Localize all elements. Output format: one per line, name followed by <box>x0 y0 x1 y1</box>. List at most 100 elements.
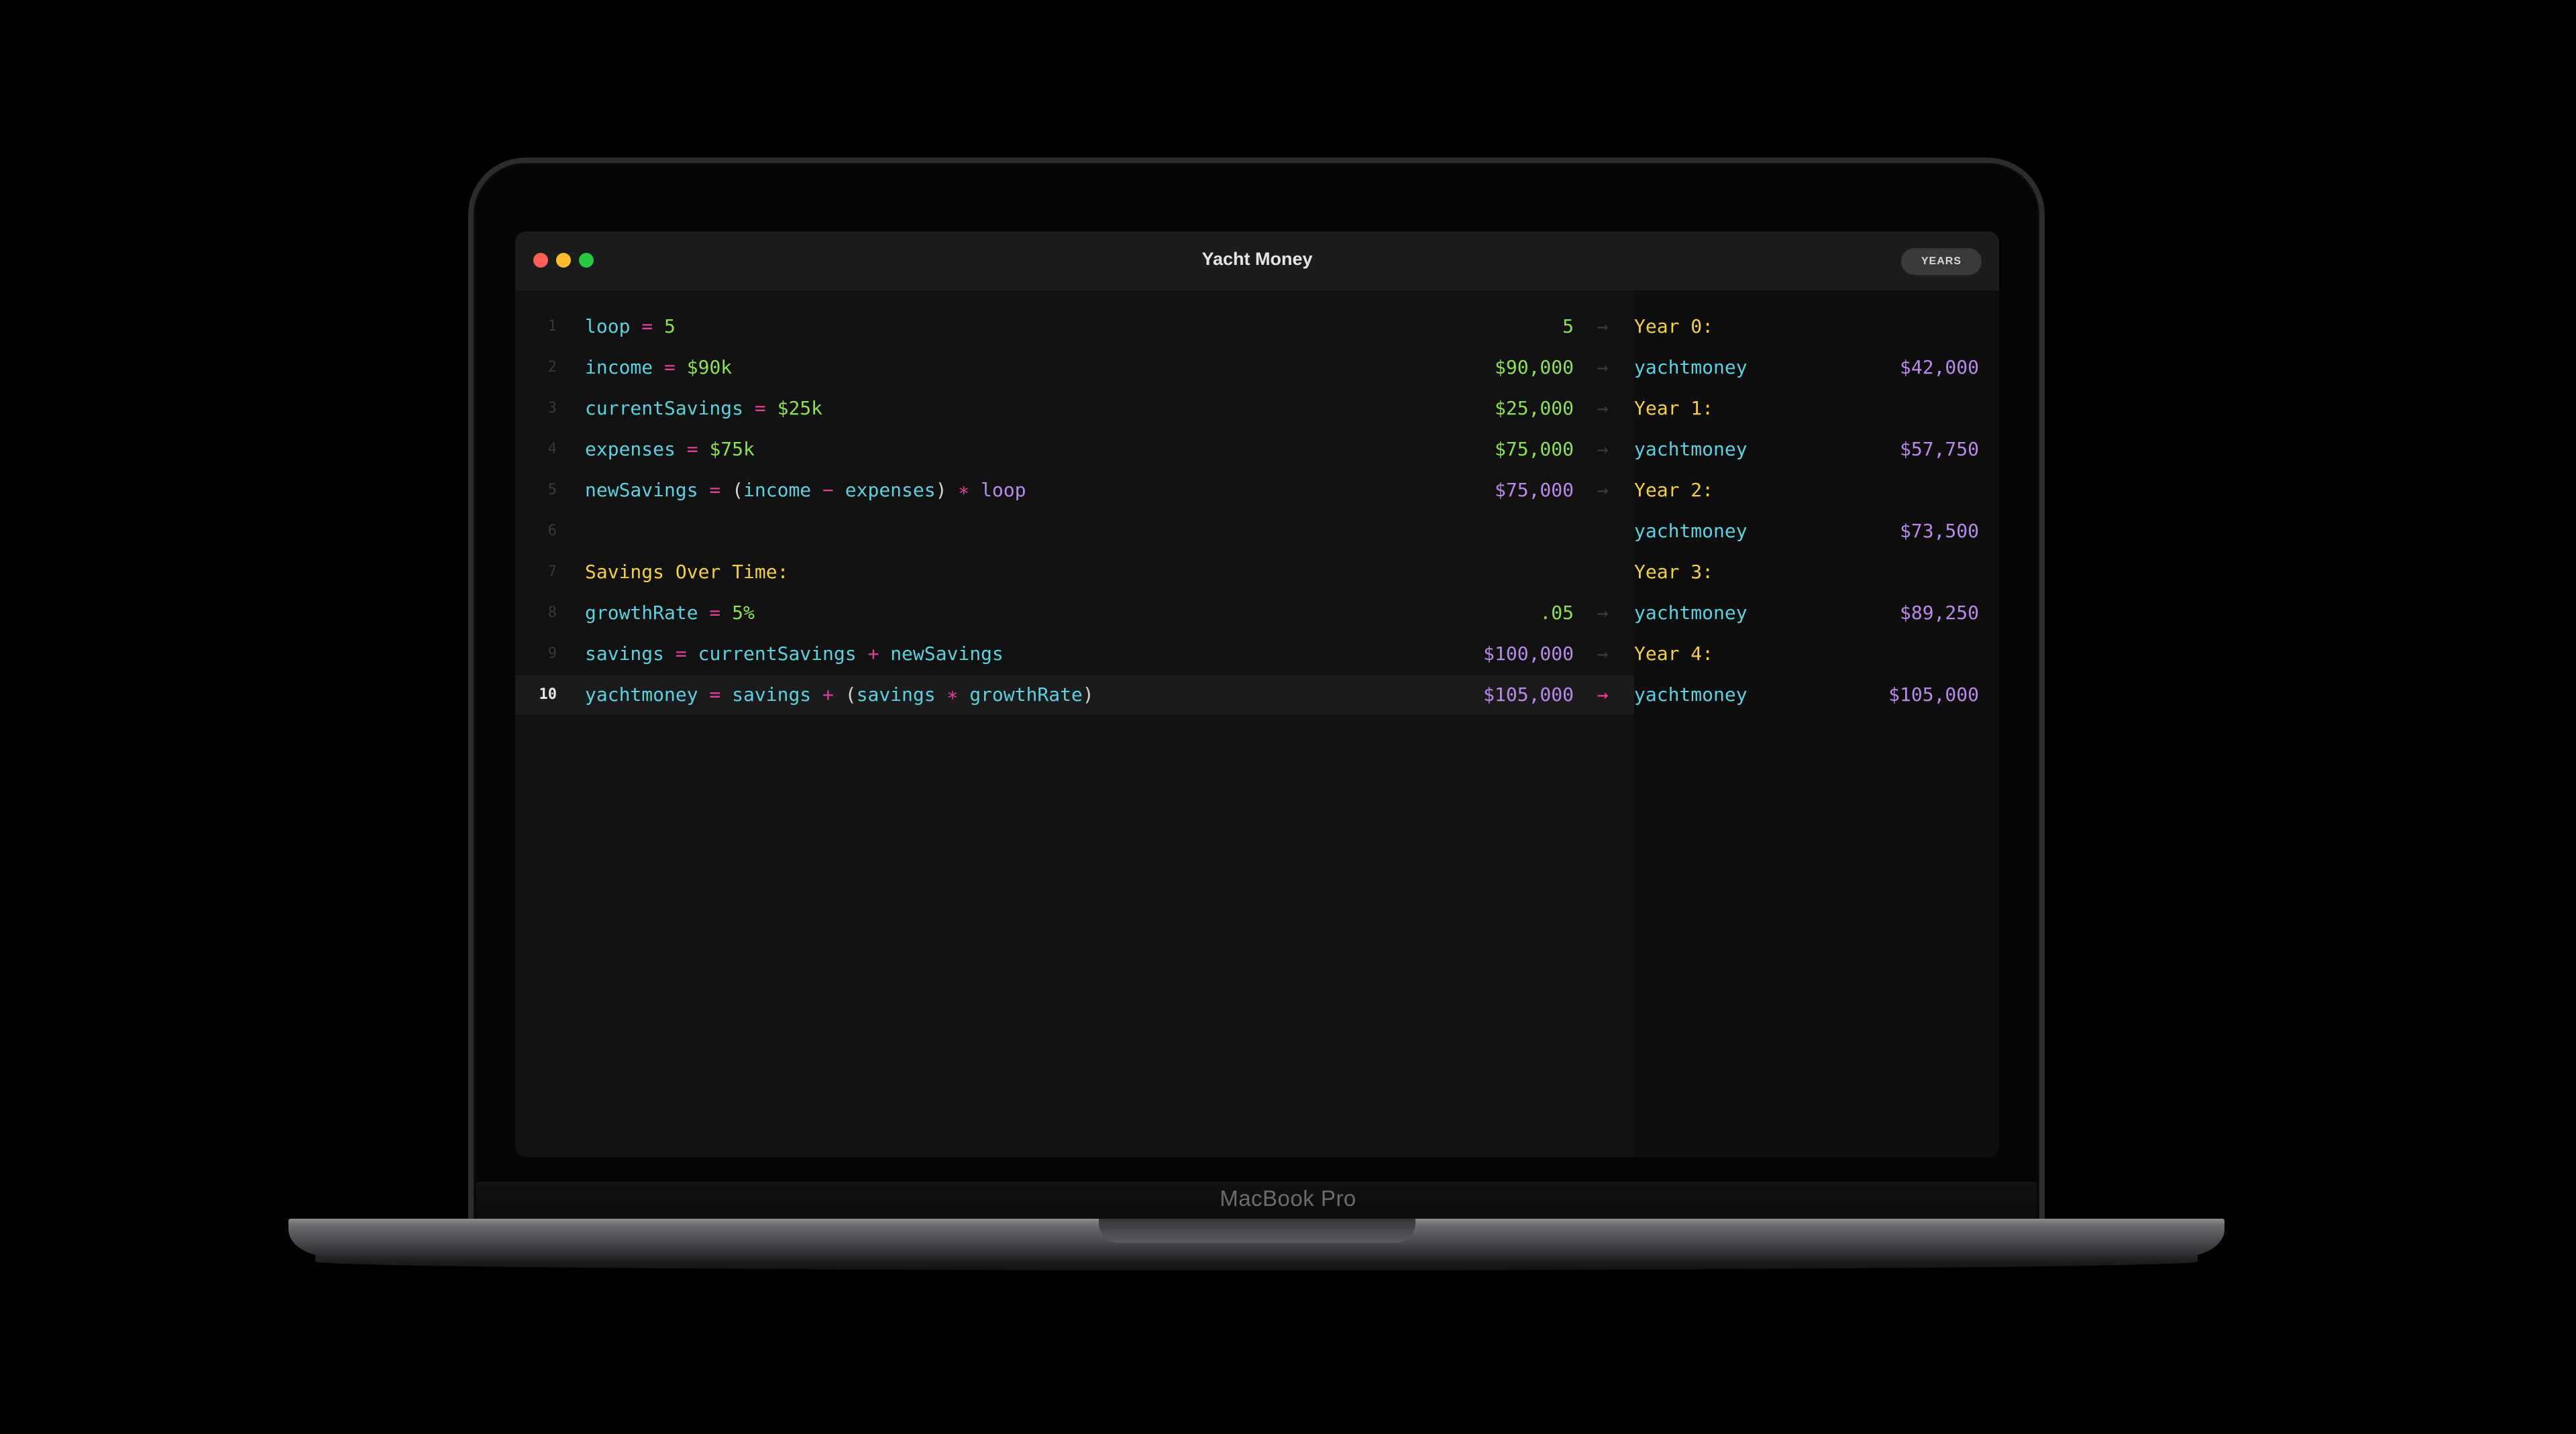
arrow-right-icon[interactable]: → <box>1593 307 1613 346</box>
code-token: newSavings <box>890 643 1004 665</box>
line-result-value: 5 <box>1562 315 1574 337</box>
year-label: Year 4: <box>1634 643 1714 665</box>
result-variable-name: yachtmoney <box>1634 520 1748 542</box>
line-result-value: $100,000 <box>1483 643 1574 665</box>
editor-line[interactable]: 6 <box>515 512 1634 551</box>
code-token: expenses <box>585 438 676 460</box>
code-token: − <box>811 479 845 501</box>
result-value: $73,500 <box>1899 520 1979 542</box>
line-number: 2 <box>547 359 557 376</box>
result-variable-name: yachtmoney <box>1634 356 1748 378</box>
arrow-right-icon[interactable]: → <box>1593 675 1613 714</box>
editor-line[interactable]: 4 expenses = $75k $75,000 → <box>515 430 1634 469</box>
years-mode-button[interactable]: YEARS <box>1900 248 1982 275</box>
code-token: ∗ <box>947 479 981 501</box>
editor-line[interactable]: 3 currentSavings = $25k $25,000 → <box>515 389 1634 428</box>
code-token: = <box>743 397 777 419</box>
arrow-right-icon[interactable]: → <box>1593 471 1613 510</box>
results-panel: Year 0: yachtmoney $42,000 Year 1: yachtmone… <box>1634 290 1999 1157</box>
line-code[interactable]: income = $90k <box>585 348 732 387</box>
editor-line[interactable]: 1 loop = 5 5 → <box>515 307 1634 346</box>
app-window: Yacht Money YEARS 1 loop = 5 5 → 2 income = $… <box>515 231 1999 1157</box>
code-token: ) <box>935 479 947 501</box>
code-token: $90k <box>686 356 733 378</box>
result-year-heading: Year 1: <box>1634 389 1999 428</box>
code-token: = <box>664 643 698 665</box>
editor-line[interactable]: 5 newSavings = (income − expenses) ∗ loop… <box>515 471 1634 510</box>
code-token: ∗ <box>935 683 970 706</box>
code-token: = <box>675 438 710 460</box>
year-label: Year 0: <box>1634 315 1714 337</box>
line-number: 8 <box>547 604 557 621</box>
code-token: = <box>698 683 733 706</box>
editor-line[interactable]: 8 growthRate = 5% .05 → <box>515 594 1634 632</box>
result-row: yachtmoney $73,500 <box>1634 512 1999 551</box>
result-value: $105,000 <box>1888 683 1979 706</box>
arrow-right-icon[interactable]: → <box>1593 594 1613 632</box>
code-editor[interactable]: 1 loop = 5 5 → 2 income = $90k $90,000 → 3 curren… <box>515 290 1634 1157</box>
editor-line[interactable]: 9 savings = currentSavings + newSavings $1… <box>515 635 1634 673</box>
line-number: 7 <box>547 563 557 580</box>
code-token: yachtmoney <box>585 683 698 706</box>
code-token: 5% <box>732 602 755 624</box>
line-number: 3 <box>547 400 557 417</box>
year-label: Year 3: <box>1634 561 1714 583</box>
line-number: 1 <box>547 318 557 335</box>
code-token: Savings Over Time: <box>585 561 789 583</box>
window-title: Yacht Money <box>1201 249 1313 269</box>
result-year-heading: Year 0: <box>1634 307 1999 346</box>
code-token: loop <box>585 315 631 337</box>
editor-line[interactable]: 7 Savings Over Time: <box>515 553 1634 592</box>
result-value: $57,750 <box>1899 438 1979 460</box>
code-token: ) <box>1082 683 1094 706</box>
line-number: 5 <box>547 482 557 498</box>
code-token: + <box>811 683 845 706</box>
code-token: newSavings <box>585 479 698 501</box>
code-token: ( <box>845 683 857 706</box>
code-token: income <box>585 356 653 378</box>
line-result-value: $75,000 <box>1494 479 1574 501</box>
code-token: = <box>653 356 687 378</box>
line-code[interactable]: loop = 5 <box>585 307 676 346</box>
result-row: yachtmoney $57,750 <box>1634 430 1999 469</box>
line-code[interactable]: expenses = $75k <box>585 430 755 469</box>
line-result-value: .05 <box>1540 602 1574 624</box>
result-variable-name: yachtmoney <box>1634 683 1748 706</box>
line-code[interactable]: growthRate = 5% <box>585 594 755 632</box>
code-token: $75k <box>709 438 755 460</box>
code-token: = <box>630 315 665 337</box>
result-row: yachtmoney $105,000 <box>1634 675 1999 714</box>
code-token: ( <box>732 479 744 501</box>
code-token: 5 <box>664 315 676 337</box>
code-token: loop <box>981 479 1026 501</box>
code-token: $25k <box>777 397 823 419</box>
line-code[interactable]: yachtmoney = savings + (savings ∗ growth… <box>585 675 1094 714</box>
editor-line[interactable]: 2 income = $90k $90,000 → <box>515 348 1634 387</box>
editor-line[interactable]: 10 yachtmoney = savings + (savings ∗ grow… <box>515 675 1634 714</box>
line-number: 9 <box>547 645 557 662</box>
result-year-heading: Year 3: <box>1634 553 1999 592</box>
result-variable-name: yachtmoney <box>1634 602 1748 624</box>
code-token: currentSavings <box>698 643 857 665</box>
line-result-value: $25,000 <box>1494 397 1574 419</box>
result-year-heading: Year 4: <box>1634 635 1999 673</box>
arrow-right-icon[interactable]: → <box>1593 348 1613 387</box>
result-variable-name: yachtmoney <box>1634 438 1748 460</box>
line-code[interactable]: Savings Over Time: <box>585 553 788 592</box>
code-token: growthRate <box>585 602 698 624</box>
year-label: Year 2: <box>1634 479 1714 501</box>
result-row: yachtmoney $42,000 <box>1634 348 1999 387</box>
code-token: savings <box>856 683 936 706</box>
code-token: growthRate <box>969 683 1083 706</box>
code-token: savings <box>585 643 665 665</box>
arrow-right-icon[interactable]: → <box>1593 389 1613 428</box>
line-code[interactable]: currentSavings = $25k <box>585 389 822 428</box>
line-code[interactable]: savings = currentSavings + newSavings <box>585 635 1004 673</box>
line-code[interactable]: newSavings = (income − expenses) ∗ loop <box>585 471 1026 510</box>
line-result-value: $90,000 <box>1494 356 1574 378</box>
code-token: currentSavings <box>585 397 744 419</box>
code-token: = <box>698 602 733 624</box>
arrow-right-icon[interactable]: → <box>1593 635 1613 673</box>
code-token: expenses <box>845 479 936 501</box>
arrow-right-icon[interactable]: → <box>1593 430 1613 469</box>
